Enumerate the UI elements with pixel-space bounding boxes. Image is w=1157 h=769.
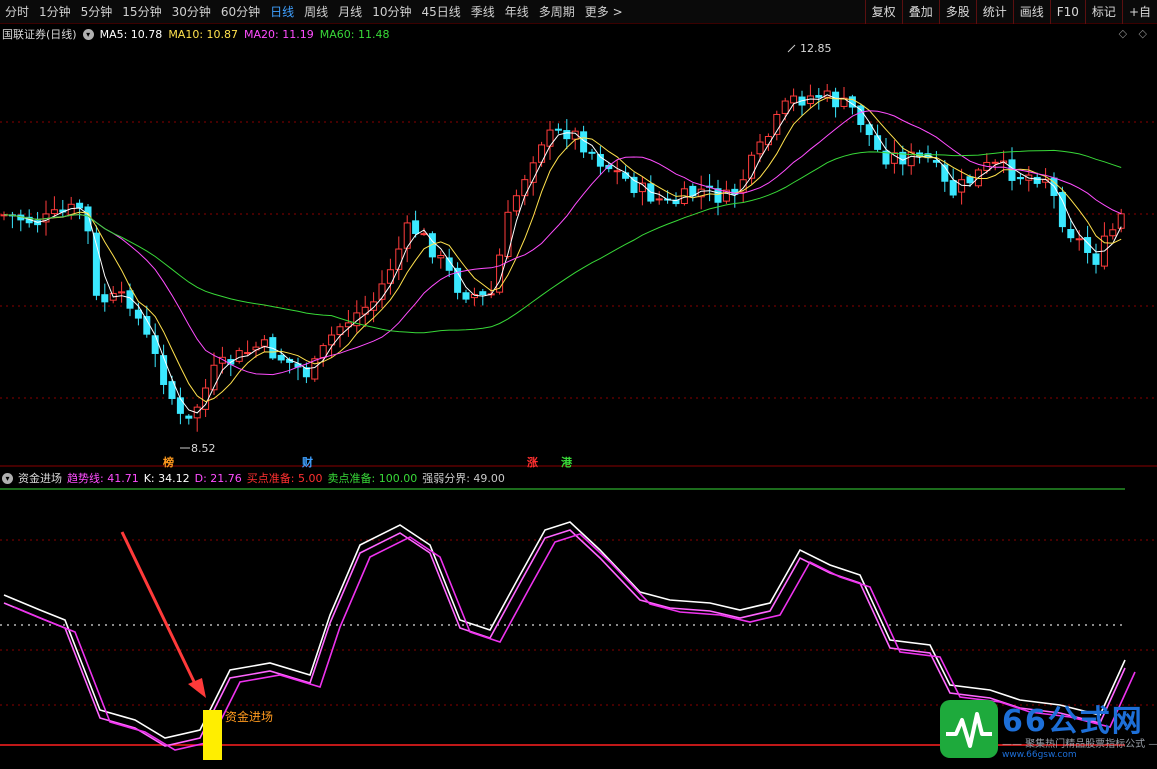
candle-body: [235, 350, 243, 362]
candle-body: [92, 232, 100, 296]
candle-body: [832, 91, 840, 108]
candle-body: [521, 179, 529, 197]
candle-body: [412, 220, 420, 234]
candle-body: [118, 291, 126, 294]
candle-body: [479, 291, 487, 296]
candle-body: [260, 339, 268, 347]
annotations: 12.85 8.52: [120, 42, 832, 760]
watermark-url: www.66gsw.com: [1002, 750, 1077, 760]
candle-body: [588, 151, 596, 154]
badge-bang[interactable]: 榜: [163, 454, 174, 470]
candle-body: [151, 335, 159, 354]
candle-body: [966, 176, 974, 184]
ma10-line: [3, 97, 1122, 403]
candle-body: [319, 345, 327, 359]
low-price-label: 8.52: [191, 442, 216, 455]
candle-body: [1075, 238, 1083, 241]
candle-body: [949, 180, 957, 196]
candle-body: [84, 206, 92, 232]
candle-body: [176, 397, 184, 414]
badge-zhang[interactable]: 涨: [527, 454, 538, 470]
candle-body: [630, 176, 638, 193]
candle-body: [160, 355, 168, 385]
badge-cai[interactable]: 财: [302, 454, 313, 470]
candle-body: [244, 352, 252, 355]
grid-lines: [0, 121, 1157, 746]
pointer-arrow-head: [188, 678, 206, 698]
candle-body: [563, 130, 571, 140]
badge-gang[interactable]: 港: [561, 454, 572, 470]
candle-body: [538, 144, 546, 163]
candle-body: [655, 198, 663, 201]
signal-label: 资金进场: [225, 710, 274, 724]
watermark-subtitle: —— 聚集热门精品股票指标公式 ——: [1002, 739, 1157, 750]
candlesticks: [0, 83, 1125, 432]
candle-body: [1092, 253, 1100, 265]
candle-body: [554, 128, 562, 131]
candle-body: [781, 100, 789, 114]
candle-body: [420, 233, 428, 236]
high-price-label: 12.85: [800, 42, 832, 55]
signal-bar: [203, 710, 222, 760]
candle-body: [756, 141, 764, 155]
watermark-title: 66公式网: [1002, 704, 1144, 739]
moving-averages: [3, 94, 1122, 414]
candle-body: [1067, 229, 1075, 239]
candle-body: [815, 95, 823, 98]
candle-body: [790, 95, 798, 104]
kline-chart[interactable]: 12.85 8.52: [0, 0, 1157, 769]
candle-body: [101, 294, 109, 303]
candle-body: [437, 255, 445, 259]
candle-body: [748, 154, 756, 179]
candle-body: [512, 195, 520, 212]
pointer-arrow-shaft: [120, 531, 200, 691]
candle-body: [1109, 229, 1117, 237]
candle-body: [76, 202, 84, 209]
candle-body: [134, 309, 142, 319]
candle-body: [50, 209, 58, 215]
ma5-line: [3, 94, 1122, 414]
high-marker: [787, 44, 796, 53]
candle-body: [622, 172, 630, 179]
candle-body: [277, 354, 285, 361]
candle-body: [462, 292, 470, 300]
candle-body: [185, 415, 193, 419]
candle-body: [991, 161, 999, 164]
candle-body: [504, 211, 512, 257]
watermark-logo-icon: [940, 700, 998, 758]
ma20-line: [3, 110, 1122, 376]
candle-body: [1117, 213, 1125, 229]
candle-body: [613, 170, 621, 173]
candle-body: [874, 135, 882, 150]
candle-body: [1016, 177, 1024, 180]
